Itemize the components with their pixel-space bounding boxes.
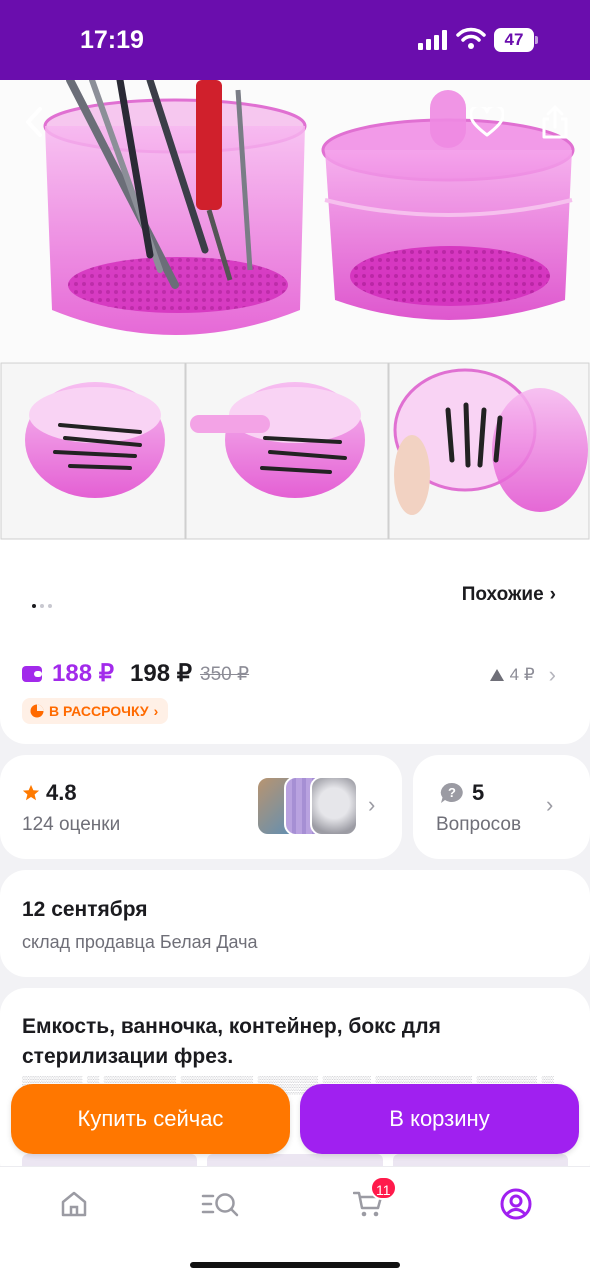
delivery-card[interactable] [0, 870, 590, 977]
status-bar: 17:19 47 [0, 0, 590, 80]
chevron-right-icon: › [546, 792, 554, 817]
gallery-dot [32, 604, 36, 608]
catalog-search-icon [201, 1193, 239, 1217]
heart-icon [470, 107, 504, 137]
share-button[interactable] [535, 102, 575, 142]
battery-icon: 47 [494, 28, 538, 52]
questions-count: ? 5 [440, 780, 484, 806]
delivery-date: 12 сентября [22, 898, 148, 921]
questions-count-value: 5 [472, 780, 485, 805]
wallet-icon [22, 665, 42, 682]
profile-icon [500, 1188, 532, 1220]
pie-chart-icon [30, 704, 44, 718]
home-indicator[interactable] [190, 1262, 400, 1268]
installment-label: В РАССРОЧКУ [49, 703, 149, 719]
status-time: 17:19 [80, 26, 144, 54]
svg-text:?: ? [448, 785, 456, 800]
gallery-dots [32, 604, 52, 608]
product-gallery[interactable] [0, 80, 590, 540]
wifi-icon [456, 27, 486, 49]
battery-level: 47 [494, 28, 534, 52]
chevron-right-icon: › [368, 792, 376, 817]
cellular-signal-icon [418, 30, 447, 50]
chevron-right-icon: › [153, 703, 159, 719]
home-icon [61, 1191, 87, 1217]
buy-now-button[interactable]: Купить сейчас [11, 1084, 290, 1154]
review-photo [310, 776, 358, 836]
similar-label: Похожие [461, 584, 544, 605]
gallery-dot [40, 604, 44, 608]
similar-link[interactable]: Похожие › [462, 584, 556, 606]
wallet-price[interactable]: 188 ₽ [22, 659, 114, 688]
old-price: 350 ₽ [200, 664, 250, 685]
tab-home[interactable] [54, 1184, 94, 1224]
questions-card[interactable] [413, 755, 590, 859]
add-to-cart-button[interactable]: В корзину [300, 1084, 579, 1154]
back-button[interactable] [14, 102, 54, 142]
cart-count-badge: 11 [370, 1176, 397, 1200]
rating-count: 124 оценки [22, 814, 121, 835]
rating-value: 4.8 [46, 780, 77, 805]
product-image [0, 80, 590, 540]
triangle-up-icon [489, 669, 504, 681]
price-change-value: 4 ₽ [509, 665, 535, 684]
tab-catalog[interactable] [200, 1184, 240, 1224]
rating: 4.8 [22, 780, 77, 806]
chevron-left-icon [26, 107, 42, 137]
tab-profile[interactable] [496, 1184, 536, 1224]
share-icon [542, 105, 568, 139]
review-photos[interactable] [256, 776, 360, 836]
wallet-price-value: 188 ₽ [52, 660, 114, 687]
star-icon [22, 784, 40, 801]
regular-price: 198 ₽ [130, 660, 192, 687]
delivery-source: склад продавца Белая Дача [22, 932, 258, 952]
favorite-button[interactable] [467, 102, 507, 142]
product-title: Емкость, ванночка, контейнер, бокс для с… [22, 1015, 441, 1068]
installment-badge[interactable]: В РАССРОЧКУ › [22, 698, 169, 724]
chevron-right-icon: › [548, 662, 556, 687]
price-change[interactable]: 4 ₽ › [489, 662, 556, 688]
gallery-dot [48, 604, 52, 608]
question-bubble-icon: ? [440, 782, 463, 803]
questions-label: Вопросов [436, 814, 522, 835]
chevron-right-icon: › [549, 584, 556, 605]
